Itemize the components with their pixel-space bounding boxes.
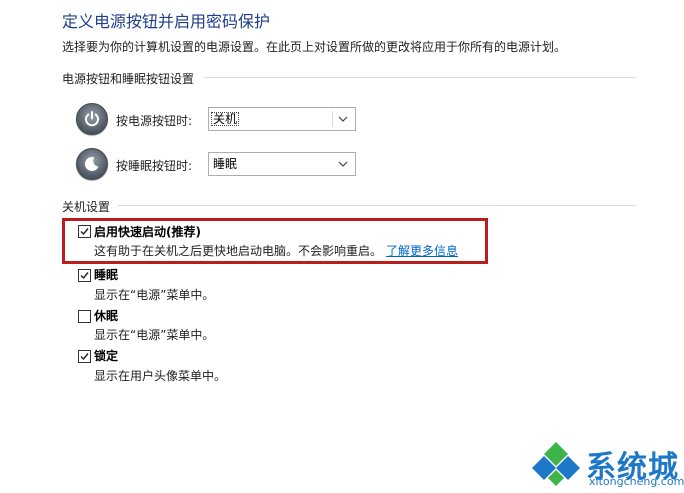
shutdown-section-divider xyxy=(118,205,636,206)
shutdown-section-title: 关机设置 xyxy=(62,200,111,214)
sleep-button-dropdown[interactable]: 睡眠 xyxy=(208,152,356,176)
power-button-value: 关机 xyxy=(211,112,240,126)
hibernate-option-label[interactable]: 休眠 xyxy=(94,307,118,324)
chevron-down-icon xyxy=(338,116,348,122)
sleep-icon xyxy=(76,148,108,180)
sleep-checkbox[interactable] xyxy=(78,269,91,282)
watermark-url: xitongcheng.com xyxy=(589,475,684,488)
sleep-option-description: 显示在“电源”菜单中。 xyxy=(94,288,215,302)
hibernate-checkbox[interactable] xyxy=(78,310,91,323)
power-section-title: 电源按钮和睡眠按钮设置 xyxy=(62,72,195,86)
power-button-dropdown[interactable]: 关机 xyxy=(208,107,356,131)
lock-checkbox[interactable] xyxy=(78,350,91,363)
check-icon xyxy=(80,272,89,280)
chevron-down-icon xyxy=(338,161,348,167)
page-description: 选择要为你的计算机设置的电源设置。在此页上对设置所做的更改将应用于你所有的电源计… xyxy=(62,40,567,54)
power-button-label: 按电源按钮时: xyxy=(116,114,193,128)
dropdown-separator xyxy=(332,111,333,127)
power-section-divider xyxy=(204,77,636,78)
page-title: 定义电源按钮并启用密码保护 xyxy=(62,12,271,31)
highlight-box xyxy=(62,218,488,264)
sleep-option-label[interactable]: 睡眠 xyxy=(94,266,118,283)
sleep-button-label: 按睡眠按钮时: xyxy=(116,159,193,173)
watermark-logo-icon xyxy=(532,442,580,486)
lock-option-label[interactable]: 锁定 xyxy=(94,347,118,364)
check-icon xyxy=(80,353,89,361)
hibernate-option-description: 显示在“电源”菜单中。 xyxy=(94,328,215,342)
lock-option-description: 显示在用户头像菜单中。 xyxy=(94,369,227,383)
sleep-button-value: 睡眠 xyxy=(213,157,238,171)
power-icon xyxy=(76,103,108,135)
